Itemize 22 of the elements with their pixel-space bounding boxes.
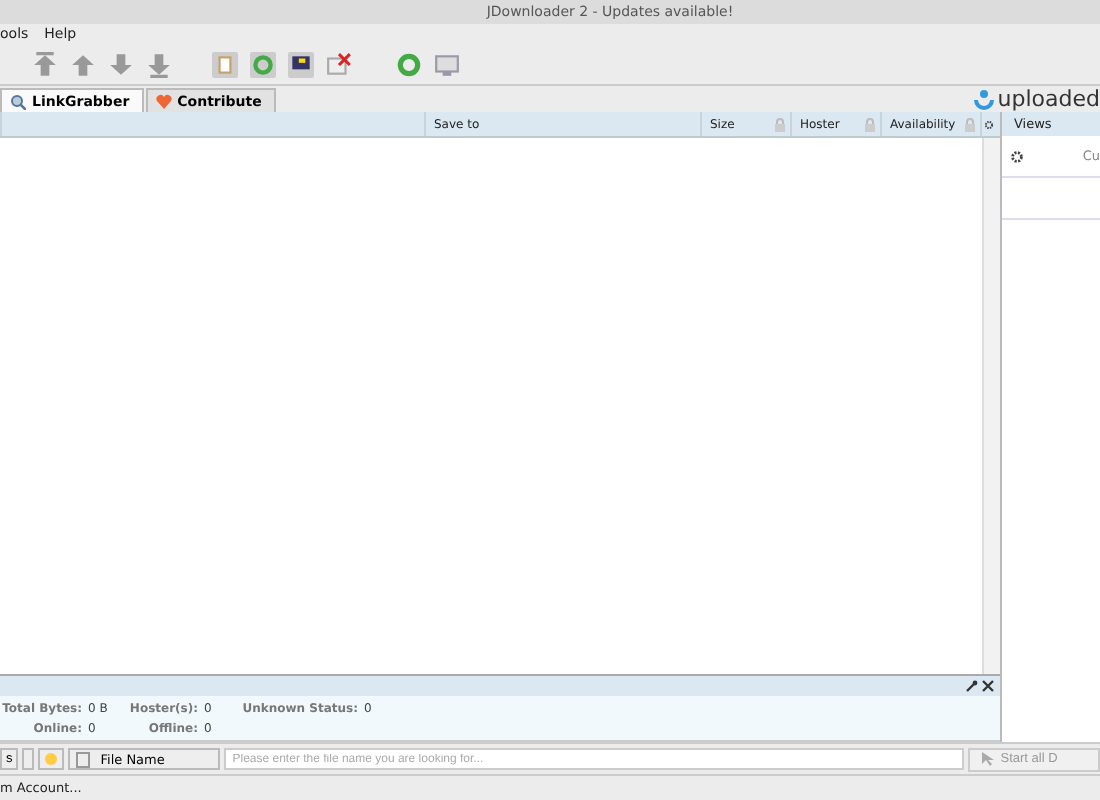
clipboard-icon[interactable] — [212, 51, 238, 77]
document-icon — [76, 751, 91, 767]
arrow-up-icon[interactable] — [70, 51, 96, 77]
cursor-icon — [982, 752, 995, 766]
heart-icon — [155, 93, 172, 109]
scrollbar[interactable] — [982, 138, 1000, 674]
gear-icon[interactable] — [1010, 149, 1024, 163]
monitor-icon[interactable] — [288, 51, 314, 77]
lock-icon — [964, 117, 976, 131]
magnifier-icon — [10, 93, 26, 109]
cloud-logo-icon — [971, 88, 996, 110]
lock-icon — [864, 117, 876, 131]
wrench-icon[interactable] — [966, 680, 978, 692]
arrow-down-icon[interactable] — [108, 51, 134, 77]
window-close-icon[interactable] — [326, 51, 352, 77]
arrow-bottom-icon[interactable] — [146, 51, 172, 77]
brand-logo: uploaded — [997, 86, 1100, 112]
close-icon[interactable] — [982, 680, 994, 692]
dropdown-button[interactable] — [22, 748, 35, 770]
lock-icon — [774, 117, 786, 131]
gear-icon[interactable] — [984, 119, 994, 129]
arrow-top-icon[interactable] — [32, 51, 58, 77]
